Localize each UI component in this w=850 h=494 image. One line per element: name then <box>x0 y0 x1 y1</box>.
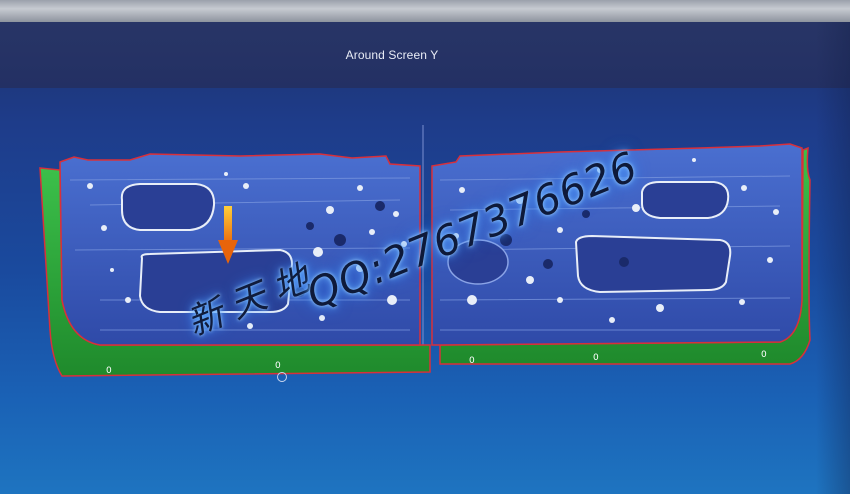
left-upper-opening <box>120 183 216 231</box>
flange-label-1: 0 <box>106 366 112 376</box>
flange-label-2: 0 <box>275 361 281 371</box>
flange-label-4: 0 <box>593 353 599 363</box>
right-upper-opening <box>641 181 730 219</box>
flange-label-5: 0 <box>761 350 767 360</box>
flange-label-3: 0 <box>469 356 475 366</box>
right-lower-opening <box>574 234 732 294</box>
pivot-handle-icon[interactable] <box>277 372 287 382</box>
